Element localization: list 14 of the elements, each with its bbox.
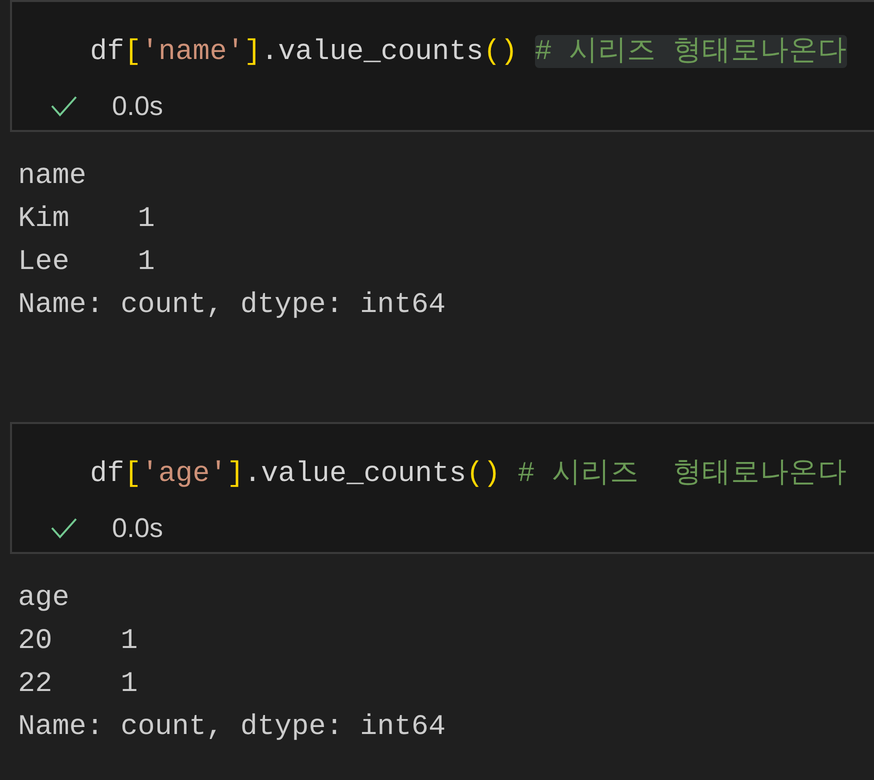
notebook-cell[interactable]: df['age'].value_counts() # 시리즈 형태로나온다 0.0s (10, 422, 874, 554)
output-line: Lee 1 (18, 244, 155, 280)
output-line: name (18, 158, 86, 194)
execution-time: 0.0s (112, 90, 164, 122)
output-line: Name: count, dtype: int64 (18, 287, 446, 323)
output-line: Name: count, dtype: int64 (18, 709, 446, 745)
output-line: 20 1 (18, 623, 138, 659)
code-line: df['age'].value_counts() # 시리즈 형태로나온다 (89, 456, 848, 492)
execution-time: 0.0s (112, 512, 164, 544)
output-line: 22 1 (18, 666, 138, 702)
output-line: age (18, 580, 70, 616)
notebook-cell[interactable]: df['name'].value_counts() # 시리즈 형태로나온다 0.0s (10, 0, 874, 132)
output-line: Kim 1 (18, 201, 155, 237)
code-line: df['name'].value_counts() # 시리즈 형태로나온다 (89, 34, 848, 70)
